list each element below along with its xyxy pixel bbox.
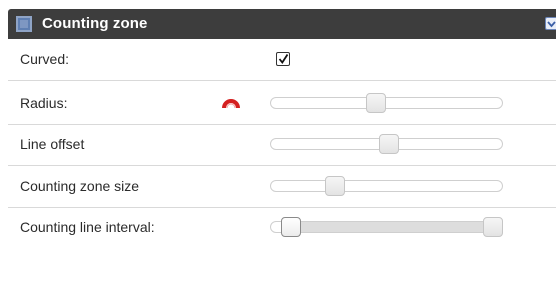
arc-radius-icon <box>222 99 240 109</box>
row-radius: Radius: <box>8 81 556 125</box>
panel-title: Counting zone <box>42 15 148 32</box>
chevron-down-icon[interactable] <box>545 17 556 30</box>
curved-checkbox[interactable] <box>276 52 290 66</box>
radius-label: Radius: <box>20 95 68 111</box>
row-counting-zone-size: Counting zone size <box>8 166 556 208</box>
counting-line-interval-max-handle[interactable] <box>483 217 503 237</box>
line-offset-label: Line offset <box>20 136 85 152</box>
square-panel-icon <box>16 16 32 32</box>
row-counting-line-interval: Counting line interval: <box>8 208 556 292</box>
line-offset-slider-handle[interactable] <box>379 134 399 154</box>
counting-zone-size-slider-handle[interactable] <box>325 176 345 196</box>
counting-line-interval-range <box>291 222 493 232</box>
counting-line-interval-slider[interactable] <box>270 217 503 237</box>
counting-zone-panel: Counting zone Curved: Radius: Line offse… <box>0 0 556 292</box>
radius-slider-handle[interactable] <box>366 93 386 113</box>
check-icon <box>278 54 289 65</box>
panel-header[interactable]: Counting zone <box>8 9 556 39</box>
row-line-offset: Line offset <box>8 125 556 166</box>
row-curved: Curved: <box>8 39 556 81</box>
curved-label: Curved: <box>20 51 70 67</box>
counting-line-interval-min-handle[interactable] <box>281 217 301 237</box>
counting-zone-size-slider[interactable] <box>270 176 503 196</box>
radius-slider[interactable] <box>270 93 503 113</box>
counting-line-interval-label: Counting line interval: <box>20 219 155 235</box>
line-offset-slider[interactable] <box>270 134 503 154</box>
counting-zone-size-label: Counting zone size <box>20 178 140 194</box>
